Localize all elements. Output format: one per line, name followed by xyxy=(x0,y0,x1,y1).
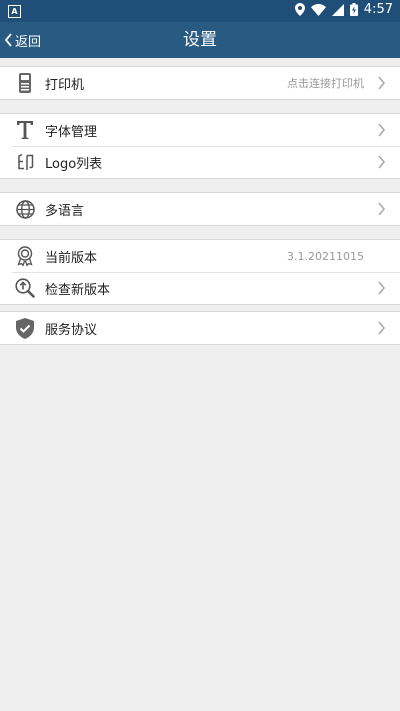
chevron-right-icon xyxy=(378,281,386,295)
wifi-icon xyxy=(310,3,326,16)
language-label: 多语言 xyxy=(45,203,85,219)
app-notification-icon: A xyxy=(8,5,21,18)
language-row[interactable]: 多语言 xyxy=(0,193,400,225)
search-update-icon xyxy=(15,278,35,298)
font-management-label: 字体管理 xyxy=(45,124,98,140)
version-number: 3.1.20211015 xyxy=(287,249,364,263)
resources-group: 字体管理 Logo列表 xyxy=(0,113,400,179)
printer-status: 点击连接打印机 xyxy=(287,77,364,90)
agreement-group: 服务协议 xyxy=(0,311,400,345)
logo-list-label: Logo列表 xyxy=(45,156,103,172)
seal-stamp-icon xyxy=(15,152,35,172)
shield-check-icon xyxy=(15,317,35,339)
status-bar: A 4:57 xyxy=(0,0,400,22)
clock-time: 4:57 xyxy=(363,2,393,17)
printer-icon xyxy=(15,73,35,93)
title-bar: 返回 设置 xyxy=(0,22,400,58)
language-group: 多语言 xyxy=(0,192,400,226)
printer-group: 打印机 点击连接打印机 xyxy=(0,66,400,100)
printer-label: 打印机 xyxy=(45,77,85,93)
page-title: 设置 xyxy=(183,30,217,50)
current-version-label: 当前版本 xyxy=(45,250,98,266)
signal-icon xyxy=(331,3,344,16)
battery-icon xyxy=(349,3,358,16)
back-button[interactable]: 返回 xyxy=(4,22,41,58)
location-icon xyxy=(294,3,305,16)
back-label: 返回 xyxy=(15,34,42,50)
globe-icon xyxy=(15,199,35,219)
font-management-row[interactable]: 字体管理 xyxy=(0,114,400,146)
printer-row[interactable]: 打印机 点击连接打印机 xyxy=(0,67,400,99)
chevron-right-icon xyxy=(378,123,386,137)
chevron-left-icon xyxy=(4,33,12,47)
chevron-right-icon xyxy=(378,155,386,169)
font-icon xyxy=(15,120,35,140)
logo-list-row[interactable]: Logo列表 xyxy=(0,146,400,178)
version-group: 当前版本 3.1.20211015 检查新版本 xyxy=(0,239,400,305)
service-agreement-row[interactable]: 服务协议 xyxy=(0,312,400,344)
current-version-row: 当前版本 3.1.20211015 xyxy=(0,240,400,272)
chevron-right-icon xyxy=(378,202,386,216)
check-update-row[interactable]: 检查新版本 xyxy=(0,272,400,304)
service-agreement-label: 服务协议 xyxy=(45,322,98,338)
check-update-label: 检查新版本 xyxy=(45,282,111,298)
award-badge-icon xyxy=(15,246,35,266)
chevron-right-icon xyxy=(378,76,386,90)
chevron-right-icon xyxy=(378,321,386,335)
